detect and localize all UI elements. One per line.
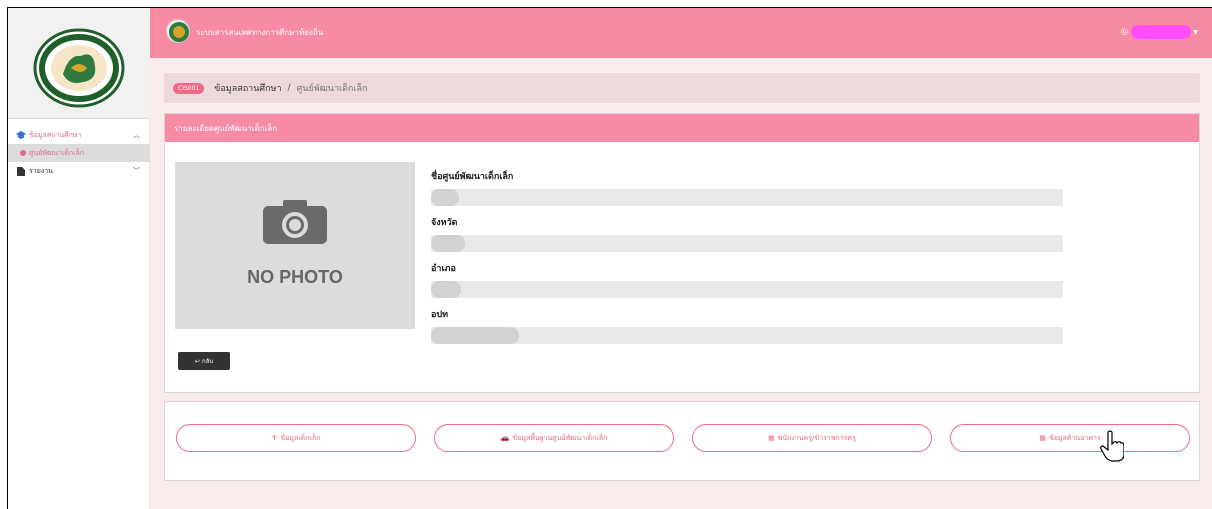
caret-down-icon: ▼ [1193,28,1198,36]
field-value-center-name [431,189,1063,206]
sidebar-nav: ข้อมูลสถานศึกษา ︿ ศูนย์พัฒนาเด็กเล็ก ราย… [8,126,150,180]
breadcrumb: CIS001 ข้อมูลสถานศึกษา / ศูนย์พัฒนาเด็กเ… [164,73,1200,103]
user-circle-icon: ◎ [1120,27,1129,37]
reply-icon: ↩ [194,357,200,365]
header-logo [166,19,190,43]
sidebar: ข้อมูลสถานศึกษา ︿ ศูนย์พัฒนาเด็กเล็ก ราย… [8,8,150,509]
sidebar-item-school-info[interactable]: ข้อมูลสถานศึกษา ︿ [8,126,150,144]
main-content: CIS001 ข้อมูลสถานศึกษา / ศูนย์พัฒนาเด็กเ… [150,58,1212,509]
sidebar-logo-area [8,8,150,119]
sidebar-item-report[interactable]: รายงาน ﹀ [8,162,150,180]
user-name-redacted [1131,25,1192,39]
page-code-badge: CIS001 [173,82,205,94]
staff-button[interactable]: ▦ พนักงานครู/ข้าราชการครู [692,424,932,452]
breadcrumb-section[interactable]: ข้อมูลสถานศึกษา [214,81,281,95]
action-label: ข้อมูลเด็กเล็ก [280,433,321,442]
field-label-district: อำเภอ [431,264,456,274]
back-button[interactable]: ↩ กลับ [178,352,230,370]
building-icon: ▦ [768,434,775,442]
user-menu[interactable]: ◎ ▼ [1121,25,1198,39]
field-value-district [431,281,1063,298]
redacted-value [431,189,459,206]
field-label-lao: อปท [431,310,449,320]
action-label: ข้อมูลพื้นฐานศูนย์พัฒนาเด็กเล็ก [512,433,608,442]
breadcrumb-current: ศูนย์พัฒนาเด็กเล็ก [296,84,368,94]
field-value-lao [431,327,1063,344]
field-label-center-name: ชื่อศูนย์พัฒนาเด็กเล็ก [431,172,514,182]
back-button-label: กลับ [201,358,214,365]
graduation-cap-icon [16,131,26,139]
redacted-value [431,281,461,298]
app-frame: ข้อมูลสถานศึกษา ︿ ศูนย์พัฒนาเด็กเล็ก ราย… [0,0,1212,509]
detail-card-title: รายละเอียดศูนย์พัฒนาเด็กเล็ก [165,114,1199,142]
building-info-button[interactable]: ▦ ข้อมูลด้านอาคาร [950,424,1190,452]
basic-info-button[interactable]: 🚗 ข้อมูลพื้นฐานศูนย์พัฒนาเด็กเล็ก [434,424,674,452]
field-label-province: จังหวัด [431,218,458,228]
sidebar-item-label: รายงาน [29,166,53,175]
field-value-province [431,235,1063,252]
redacted-value [431,235,465,252]
photo-placeholder: NO PHOTO [175,162,415,329]
action-label: ข้อมูลด้านอาคาร [1048,433,1101,442]
sidebar-item-label: ข้อมูลสถานศึกษา [29,130,82,139]
camera-icon [263,200,327,244]
department-logo [33,28,125,108]
sidebar-item-label: ศูนย์พัฒนาเด็กเล็ก [29,148,85,157]
top-header: ระบบสารสนเทศทางการศึกษาท้องถิ่น ◎ ▼ [150,8,1212,58]
redacted-value [431,327,519,344]
building-icon: ▦ [1039,434,1046,442]
chevron-down-icon: ﹀ [133,167,140,175]
detail-card: รายละเอียดศูนย์พัฒนาเด็กเล็ก NO PHOTO ชื… [164,113,1200,393]
file-icon [16,166,26,176]
no-photo-text: NO PHOTO [247,267,343,287]
car-icon: 🚗 [500,434,510,442]
chevron-up-icon: ︿ [133,131,140,139]
action-label: พนักงานครู/ข้าราชการครู [777,433,856,442]
child-icon: ✝ [271,434,278,442]
app-title: ระบบสารสนเทศทางการศึกษาท้องถิ่น [196,28,324,37]
action-card: ✝ ข้อมูลเด็กเล็ก 🚗 ข้อมูลพื้นฐานศูนย์พัฒ… [164,401,1200,481]
dot-icon [20,150,26,156]
sidebar-item-child-center[interactable]: ศูนย์พัฒนาเด็กเล็ก [8,144,150,162]
child-info-button[interactable]: ✝ ข้อมูลเด็กเล็ก [176,424,416,452]
breadcrumb-separator: / [287,83,291,93]
hand-pointer-cursor [1100,430,1124,462]
